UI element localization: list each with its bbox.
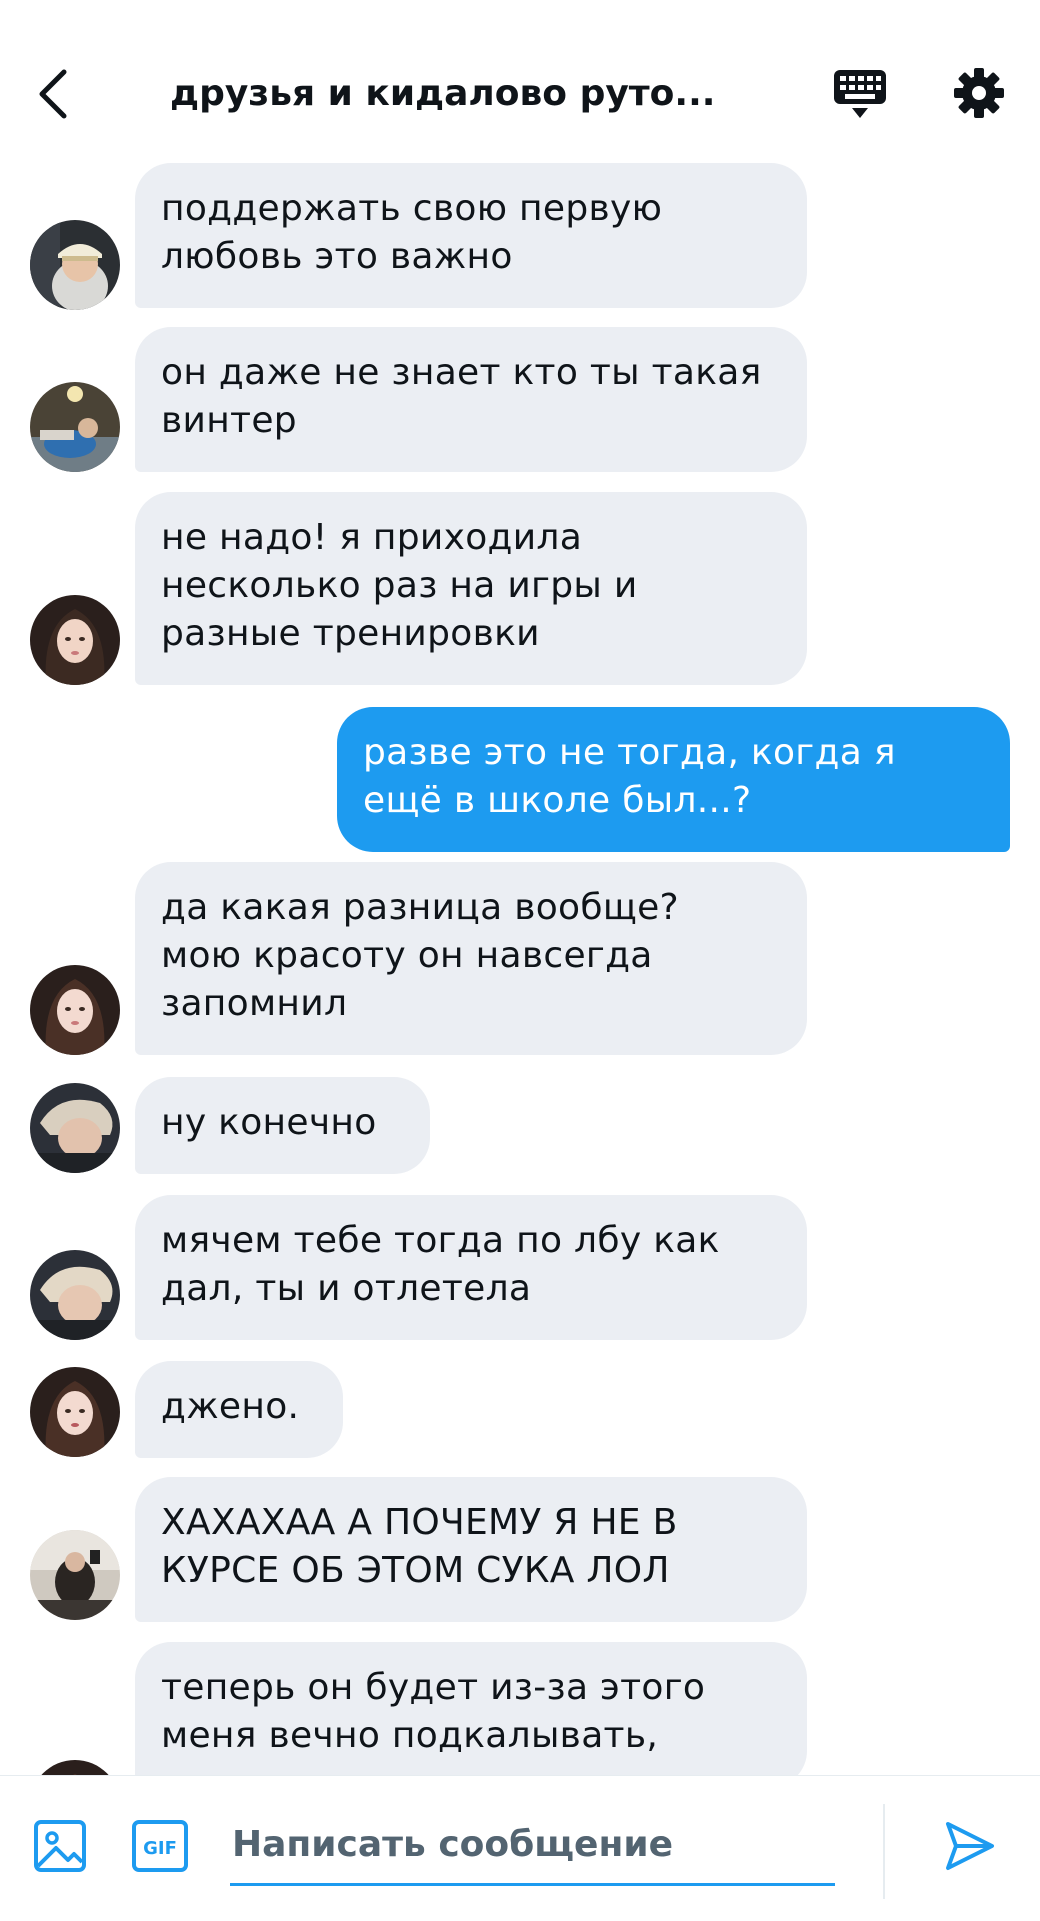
avatar[interactable] [30, 220, 120, 310]
avatar[interactable] [30, 1083, 120, 1173]
gif-icon: GIF [132, 1820, 188, 1872]
message-composer: GIF [0, 1775, 1040, 1921]
message-list[interactable]: поддержать свою первую любовь это важно … [0, 160, 1040, 1775]
back-button[interactable] [30, 62, 80, 122]
chevron-left-icon [39, 69, 67, 119]
gear-icon [954, 68, 1004, 118]
message-input[interactable] [230, 1806, 835, 1886]
avatar[interactable] [30, 965, 120, 1055]
conversation-title[interactable]: друзья и кидалово руто... [170, 72, 790, 116]
composer-divider [883, 1804, 885, 1899]
avatar[interactable] [30, 595, 120, 685]
chat-header: друзья и кидалово руто... [0, 0, 1040, 160]
keyboard-button[interactable] [830, 66, 890, 122]
message-bubble[interactable]: джено. [135, 1361, 343, 1458]
keyboard-icon [834, 70, 886, 118]
avatar[interactable] [30, 1250, 120, 1340]
avatar[interactable] [30, 1760, 120, 1775]
gif-label: GIF [143, 1838, 177, 1859]
add-image-button[interactable] [32, 1818, 88, 1874]
message-bubble[interactable]: поддержать свою первую любовь это важно [135, 163, 807, 308]
message-bubble-outgoing[interactable]: разве это не тогда, когда я ещё в школе … [337, 707, 1010, 852]
message-bubble[interactable]: теперь он будет из-за этого меня вечно п… [135, 1642, 807, 1775]
message-bubble[interactable]: мячем тебе тогда по лбу как дал, ты и от… [135, 1195, 807, 1340]
image-icon [34, 1820, 86, 1872]
avatar[interactable] [30, 1530, 120, 1620]
send-button[interactable] [940, 1816, 1000, 1876]
message-bubble[interactable]: ХАХАХАА А ПОЧЕМУ Я НЕ В КУРСЕ ОБ ЭТОМ СУ… [135, 1477, 807, 1622]
message-bubble[interactable]: он даже не знает кто ты такая винтер [135, 327, 807, 472]
add-gif-button[interactable]: GIF [130, 1818, 190, 1874]
settings-button[interactable] [952, 66, 1006, 120]
message-bubble[interactable]: не надо! я приходила несколько раз на иг… [135, 492, 807, 685]
avatar[interactable] [30, 1367, 120, 1457]
send-icon [946, 1822, 994, 1870]
message-bubble[interactable]: ну конечно [135, 1077, 430, 1174]
message-bubble[interactable]: да какая разница вообще? мою красоту он … [135, 862, 807, 1055]
avatar[interactable] [30, 382, 120, 472]
